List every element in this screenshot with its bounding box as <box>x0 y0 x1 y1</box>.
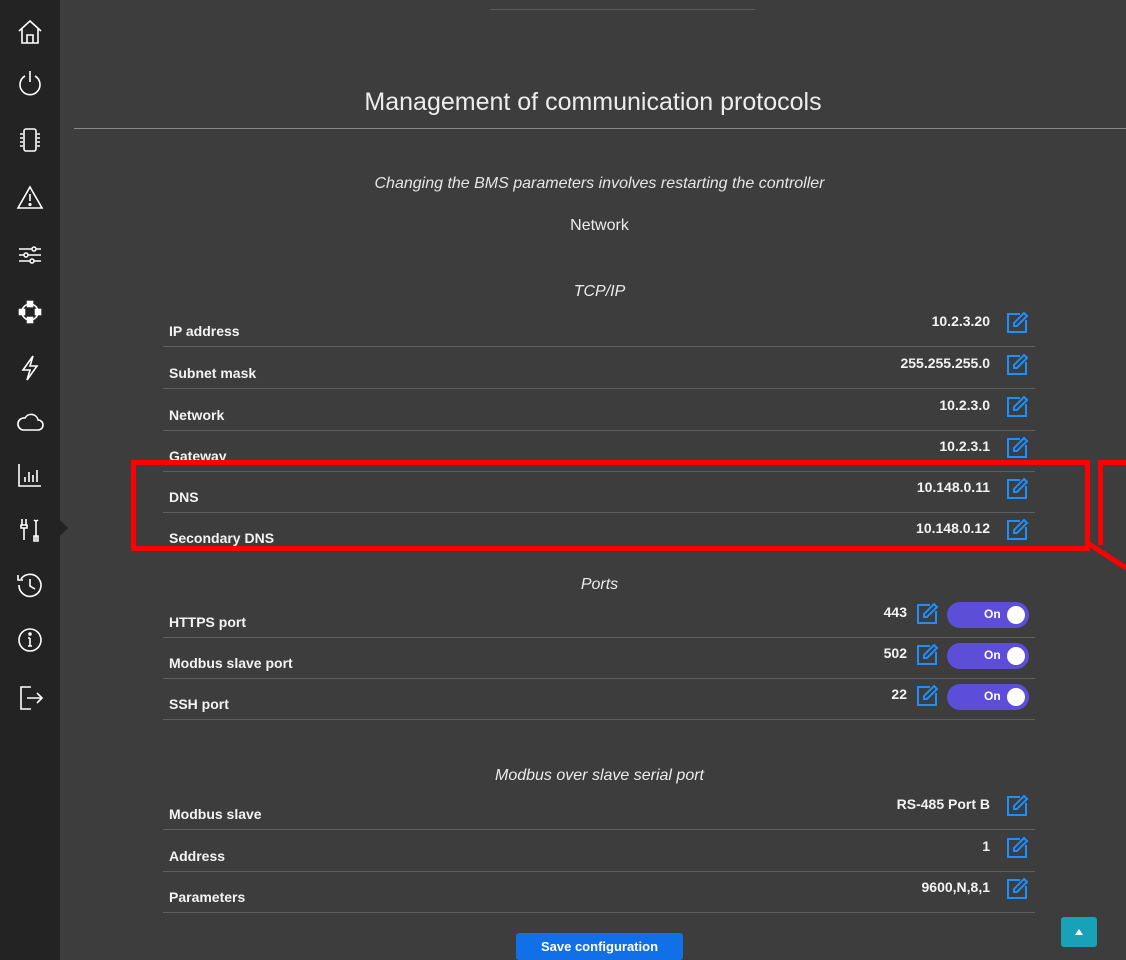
table-row: Address 1 <box>163 830 1035 872</box>
highlight-box <box>131 460 1090 551</box>
save-configuration-button[interactable]: Save configuration <box>516 933 683 960</box>
home-icon <box>18 19 42 44</box>
row-value-network: 10.2.3.0 <box>939 397 990 413</box>
row-label-modbus-slave: Modbus slave <box>169 806 262 822</box>
toggle-knob <box>1007 647 1025 665</box>
toggle-label: On <box>984 607 1001 621</box>
edit-ssh-port-button[interactable] <box>915 684 939 708</box>
toggle-label: On <box>984 648 1001 662</box>
table-row: Subnet mask 255.255.255.0 <box>163 347 1035 389</box>
table-row: HTTPS port 443 On <box>163 596 1035 638</box>
sidebar-item-network[interactable] <box>0 292 60 332</box>
caret-up-icon <box>1075 929 1083 935</box>
https-port-toggle[interactable]: On <box>947 602 1029 628</box>
row-label-address: Address <box>169 848 226 864</box>
toggle-knob <box>1007 688 1025 706</box>
active-indicator <box>60 520 68 536</box>
edit-icon <box>1007 395 1029 417</box>
edit-icon <box>917 643 939 665</box>
edit-https-port-button[interactable] <box>915 602 939 626</box>
sidebar-item-tools[interactable] <box>0 510 60 550</box>
edit-gateway-button[interactable] <box>1005 436 1029 460</box>
edit-network-button[interactable] <box>1005 395 1029 419</box>
sidebar-item-alerts[interactable] <box>0 178 60 218</box>
edit-modbus-slave-port-button[interactable] <box>915 643 939 667</box>
table-row: Network 10.2.3.0 <box>163 389 1035 431</box>
edit-ip-address-button[interactable] <box>1005 311 1029 335</box>
row-value-ssh-port: 22 <box>891 686 907 702</box>
row-label-https-port: HTTPS port <box>169 614 246 630</box>
row-value-modbus-slave-port: 502 <box>883 645 907 661</box>
row-value-subnet-mask: 255.255.255.0 <box>900 355 990 371</box>
table-row: Parameters 9600,N,8,1 <box>163 871 1035 913</box>
sidebar-item-logout[interactable] <box>0 678 60 718</box>
sidebar-item-cloud[interactable] <box>0 402 60 442</box>
modbus-slave-port-toggle[interactable]: On <box>947 643 1029 669</box>
top-divider <box>490 9 755 10</box>
edit-icon <box>1007 353 1029 375</box>
logout-icon <box>20 686 44 710</box>
edit-icon <box>1007 794 1029 816</box>
row-value-address: 1 <box>982 838 990 854</box>
sidebar <box>0 0 60 960</box>
cloud-icon <box>17 413 44 431</box>
sidebar-item-device[interactable] <box>0 120 60 160</box>
power-icon <box>19 71 41 96</box>
edit-icon <box>1007 436 1029 458</box>
row-value-gateway: 10.2.3.1 <box>939 438 990 454</box>
edit-modbus-slave-button[interactable] <box>1005 794 1029 818</box>
edit-parameters-button[interactable] <box>1005 877 1029 901</box>
edit-icon <box>1007 836 1029 858</box>
sidebar-item-statistics[interactable] <box>0 455 60 495</box>
edit-icon <box>917 684 939 706</box>
edit-address-button[interactable] <box>1005 836 1029 860</box>
scroll-to-top-button[interactable] <box>1061 917 1097 947</box>
history-icon <box>17 573 42 598</box>
row-label-subnet-mask: Subnet mask <box>169 365 257 381</box>
row-label-ssh-port: SSH port <box>169 696 229 712</box>
edit-icon <box>917 602 939 624</box>
sidebar-item-info[interactable] <box>0 620 60 660</box>
device-icon <box>20 128 40 152</box>
sidebar-item-home[interactable] <box>0 12 60 52</box>
ssh-port-toggle[interactable]: On <box>947 684 1029 710</box>
edit-icon <box>1007 311 1029 333</box>
row-label-parameters: Parameters <box>169 889 246 905</box>
row-value-modbus-slave: RS-485 Port B <box>896 796 990 812</box>
table-row: SSH port 22 On <box>163 678 1035 720</box>
sliders-icon <box>19 246 41 264</box>
edit-subnet-mask-button[interactable] <box>1005 353 1029 377</box>
network-nodes-icon <box>18 300 42 324</box>
sidebar-item-settings[interactable] <box>0 235 60 275</box>
alert-triangle-icon <box>16 185 44 209</box>
info-icon <box>18 628 42 652</box>
sidebar-item-power-flow[interactable] <box>0 348 60 388</box>
modbus-serial-heading: Modbus over slave serial port <box>495 767 704 784</box>
toggle-knob <box>1007 606 1025 624</box>
row-label-modbus-slave-port: Modbus slave port <box>169 655 293 671</box>
row-value-parameters: 9600,N,8,1 <box>921 879 991 895</box>
highlight-edge <box>1098 460 1103 545</box>
tools-icon <box>20 519 39 542</box>
restart-notice: Changing the BMS parameters involves res… <box>374 175 825 192</box>
row-label-ip-address: IP address <box>169 323 240 339</box>
table-row: Modbus slave port 502 On <box>163 637 1035 679</box>
bar-chart-icon <box>18 464 41 487</box>
sidebar-item-history[interactable] <box>0 565 60 605</box>
title-divider <box>74 128 1126 129</box>
tcpip-heading: TCP/IP <box>573 283 626 300</box>
toggle-label: On <box>984 689 1001 703</box>
row-value-https-port: 443 <box>883 604 907 620</box>
sidebar-item-power[interactable] <box>0 63 60 103</box>
page-title: Management of communication protocols <box>364 88 822 116</box>
table-row: IP address 10.2.3.20 <box>163 305 1035 347</box>
network-heading: Network <box>570 217 629 234</box>
highlight-pointer <box>1086 539 1126 570</box>
row-label-network: Network <box>169 407 225 423</box>
lightning-icon <box>21 355 39 381</box>
row-value-ip-address: 10.2.3.20 <box>931 313 990 329</box>
table-row: Modbus slave RS-485 Port B <box>163 788 1035 830</box>
edit-icon <box>1007 877 1029 899</box>
ports-heading: Ports <box>580 576 619 593</box>
